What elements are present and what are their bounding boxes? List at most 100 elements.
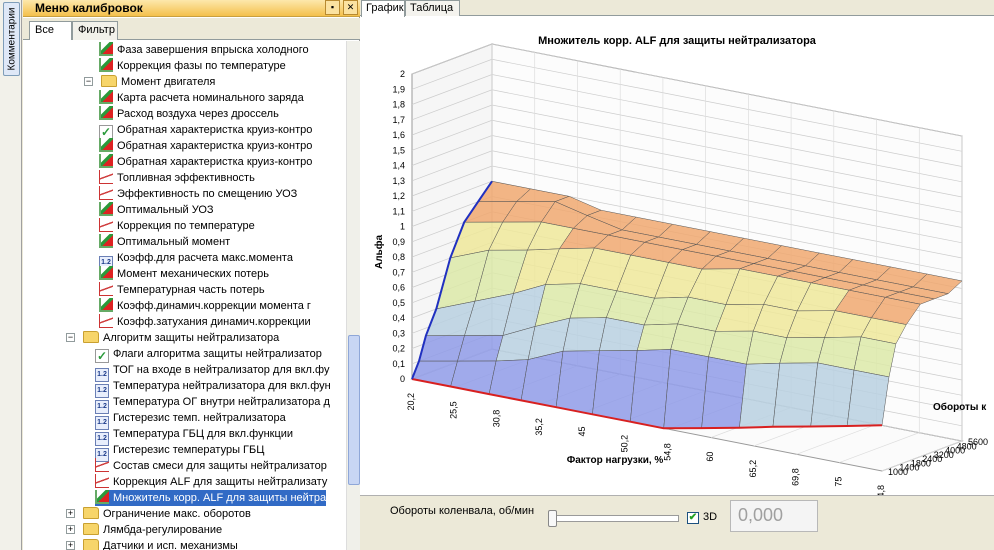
x-tick-label: 54,8 — [662, 443, 672, 461]
tree-item[interactable]: Карта расчета номинального заряда — [99, 90, 304, 106]
tree-item-label: Топливная эффективность — [117, 172, 255, 184]
expand-icon[interactable]: + — [66, 541, 75, 550]
main-area: График Таблица Множитель корр. ALF для з… — [360, 0, 994, 550]
z-tick-label: 0,4 — [392, 313, 405, 323]
tree-item[interactable]: 1.2 ТОГ на входе в нейтрализатор для вкл.… — [95, 362, 329, 382]
tree-folder[interactable]: Ограничение макс. оборотов — [83, 506, 251, 522]
tab-table[interactable]: Таблица — [405, 0, 460, 16]
y-tick-label: 5600 — [968, 437, 988, 447]
tree-item[interactable]: Температурная часть потерь — [99, 282, 265, 298]
pin-icon[interactable]: ▪ — [325, 0, 340, 15]
tree-item-label: Обратная характеристка круиз-контро — [117, 124, 313, 136]
x-tick-label: 84,8 — [876, 485, 886, 495]
curve-icon — [99, 186, 113, 200]
surface-cell — [779, 337, 825, 364]
tab-graph[interactable]: График — [361, 0, 405, 17]
tree-item[interactable]: Оптимальный момент — [99, 234, 230, 250]
tree-item[interactable]: Коррекция по температуре — [99, 218, 255, 234]
tree-item-label: Алгоритм защиты нейтрализатора — [103, 332, 280, 344]
map-icon — [99, 154, 113, 168]
comments-side-tab[interactable]: Комментарии — [0, 0, 22, 550]
scrollbar-thumb[interactable] — [348, 335, 360, 485]
z-tick-label: 1,7 — [392, 115, 405, 125]
tree-item[interactable]: Коррекция ALF для защиты нейтрализату — [95, 474, 327, 490]
tree-item[interactable]: 1.2 Температура ОГ внутри нейтрализатора … — [95, 394, 330, 414]
chart-area: Множитель корр. ALF для защиты нейтрализ… — [360, 17, 994, 503]
tree-scrollbar[interactable] — [346, 41, 360, 550]
rpm-slider[interactable] — [548, 510, 679, 527]
tree-item[interactable]: 1.2 Гистерезис темп. нейтрализатора — [95, 410, 286, 430]
tree-item-label: Коэфф.затухания динамич.коррекции — [117, 316, 311, 328]
tab-filter[interactable]: Фильтр — [72, 21, 118, 40]
tree-item[interactable]: ✓ Обратная характеристка круиз-контро — [99, 122, 313, 139]
tree-folder[interactable]: Лямбда-регулирование — [83, 522, 222, 538]
check-icon: ✓ — [99, 125, 113, 139]
tree-item-label: Множитель корр. ALF для защиты нейтра — [113, 492, 327, 504]
tree-item[interactable]: Множитель корр. ALF для защиты нейтра — [95, 490, 327, 506]
expand-icon[interactable]: + — [66, 525, 75, 534]
chart-title: Множитель корр. ALF для защиты нейтрализ… — [538, 35, 817, 47]
z-tick-label: 0,9 — [392, 237, 405, 247]
tree-item-label: Гистерезис темп. нейтрализатора — [113, 412, 286, 424]
3d-checkbox[interactable]: ✔ — [687, 512, 699, 524]
tree-item-label: Коэфф.динамич.коррекции момента г — [117, 300, 311, 312]
x-tick-label: 30,8 — [491, 410, 501, 428]
surface-chart[interactable]: Множитель корр. ALF для защиты нейтрализ… — [360, 17, 994, 503]
tree-item-label: Коэфф.для расчета макс.момента — [117, 252, 293, 264]
tree-item-label: Лямбда-регулирование — [103, 524, 223, 536]
map-icon — [95, 490, 109, 504]
z-tick-label: 0,2 — [392, 344, 405, 354]
tree-item-label: Температурная часть потерь — [117, 284, 265, 296]
tree-item[interactable]: Расход воздуха через дроссель — [99, 106, 279, 122]
collapse-icon[interactable]: − — [84, 77, 93, 86]
slider-knob[interactable] — [548, 510, 557, 527]
tree-folder[interactable]: Алгоритм защиты нейтрализатора — [83, 330, 279, 346]
tree-item[interactable]: Коэфф.затухания динамич.коррекции — [99, 314, 311, 330]
tree-item[interactable]: Состав смеси для защиты нейтрализатор — [95, 458, 327, 474]
tree-folder[interactable]: Датчики и исп. механизмы — [83, 538, 238, 550]
tree-item[interactable]: 1.2 Температура нейтрализатора для вкл.фу… — [95, 378, 331, 398]
tree-item[interactable]: Момент механических потерь — [99, 266, 269, 282]
tree-item[interactable]: Коэфф.динамич.коррекции момента г — [99, 298, 311, 314]
z-tick-label: 0,5 — [392, 298, 405, 308]
expand-icon[interactable]: + — [66, 509, 75, 518]
close-icon[interactable]: ✕ — [343, 0, 358, 15]
surface-cell — [810, 362, 855, 427]
z-tick-label: 1,6 — [392, 130, 405, 140]
tree-item[interactable]: Обратная характеристка круиз-контро — [99, 138, 312, 154]
x-axis-label: Фактор нагрузки, % — [567, 455, 664, 466]
folder-icon — [83, 331, 99, 343]
z-tick-label: 0 — [400, 374, 405, 384]
z-tick-label: 1,2 — [392, 191, 405, 201]
x-tick-label: 60 — [705, 452, 715, 462]
map-icon — [99, 90, 113, 104]
tree-item-label: Обратная характеристка круиз-контро — [117, 140, 313, 152]
tree-item[interactable]: Эффективность по смещению УОЗ — [99, 186, 297, 202]
tree-item[interactable]: Обратная характеристка круиз-контро — [99, 154, 312, 170]
tree-folder[interactable]: Момент двигателя — [101, 74, 215, 90]
x-tick-label: 69,8 — [791, 468, 801, 486]
tree-item-label: Момент двигателя — [121, 76, 216, 88]
tree-item[interactable]: ✓ Флаги алгоритма защиты нейтрализатор — [95, 346, 322, 363]
curve-icon — [99, 218, 113, 232]
tree-item-label: Коррекция ALF для защиты нейтрализату — [113, 476, 328, 488]
tree-item[interactable]: 1.2 Температура ГБЦ для вкл.функции — [95, 426, 293, 446]
tree-item-label: Температура ОГ внутри нейтрализатора д — [113, 396, 330, 408]
map-icon — [99, 58, 113, 72]
tree-item[interactable]: Топливная эффективность — [99, 170, 255, 186]
tree-item-label: Оптимальный УОЗ — [117, 204, 214, 216]
tree-item[interactable]: 1.2 Гистерезис температуры ГБЦ — [95, 442, 264, 462]
tree-item[interactable]: Фаза завершения впрыска холодного — [99, 42, 309, 58]
tree-item[interactable]: Оптимальный УОЗ — [99, 202, 214, 218]
z-tick-label: 1,1 — [392, 206, 405, 216]
tree-item-label: Ограничение макс. оборотов — [103, 508, 251, 520]
comments-tab-label-box[interactable]: Комментарии — [3, 2, 20, 76]
tree-item[interactable]: Коррекция фазы по температуре — [99, 58, 286, 74]
z-tick-label: 0,3 — [392, 328, 405, 338]
rpm-slider-label: Обороты коленвала, об/мин — [390, 505, 535, 517]
collapse-icon[interactable]: − — [66, 333, 75, 342]
z-tick-label: 1,8 — [392, 100, 405, 110]
tab-all[interactable]: Все — [29, 21, 72, 40]
map-icon — [99, 234, 113, 248]
tree-item[interactable]: 1.2 Коэфф.для расчета макс.момента — [99, 250, 293, 270]
